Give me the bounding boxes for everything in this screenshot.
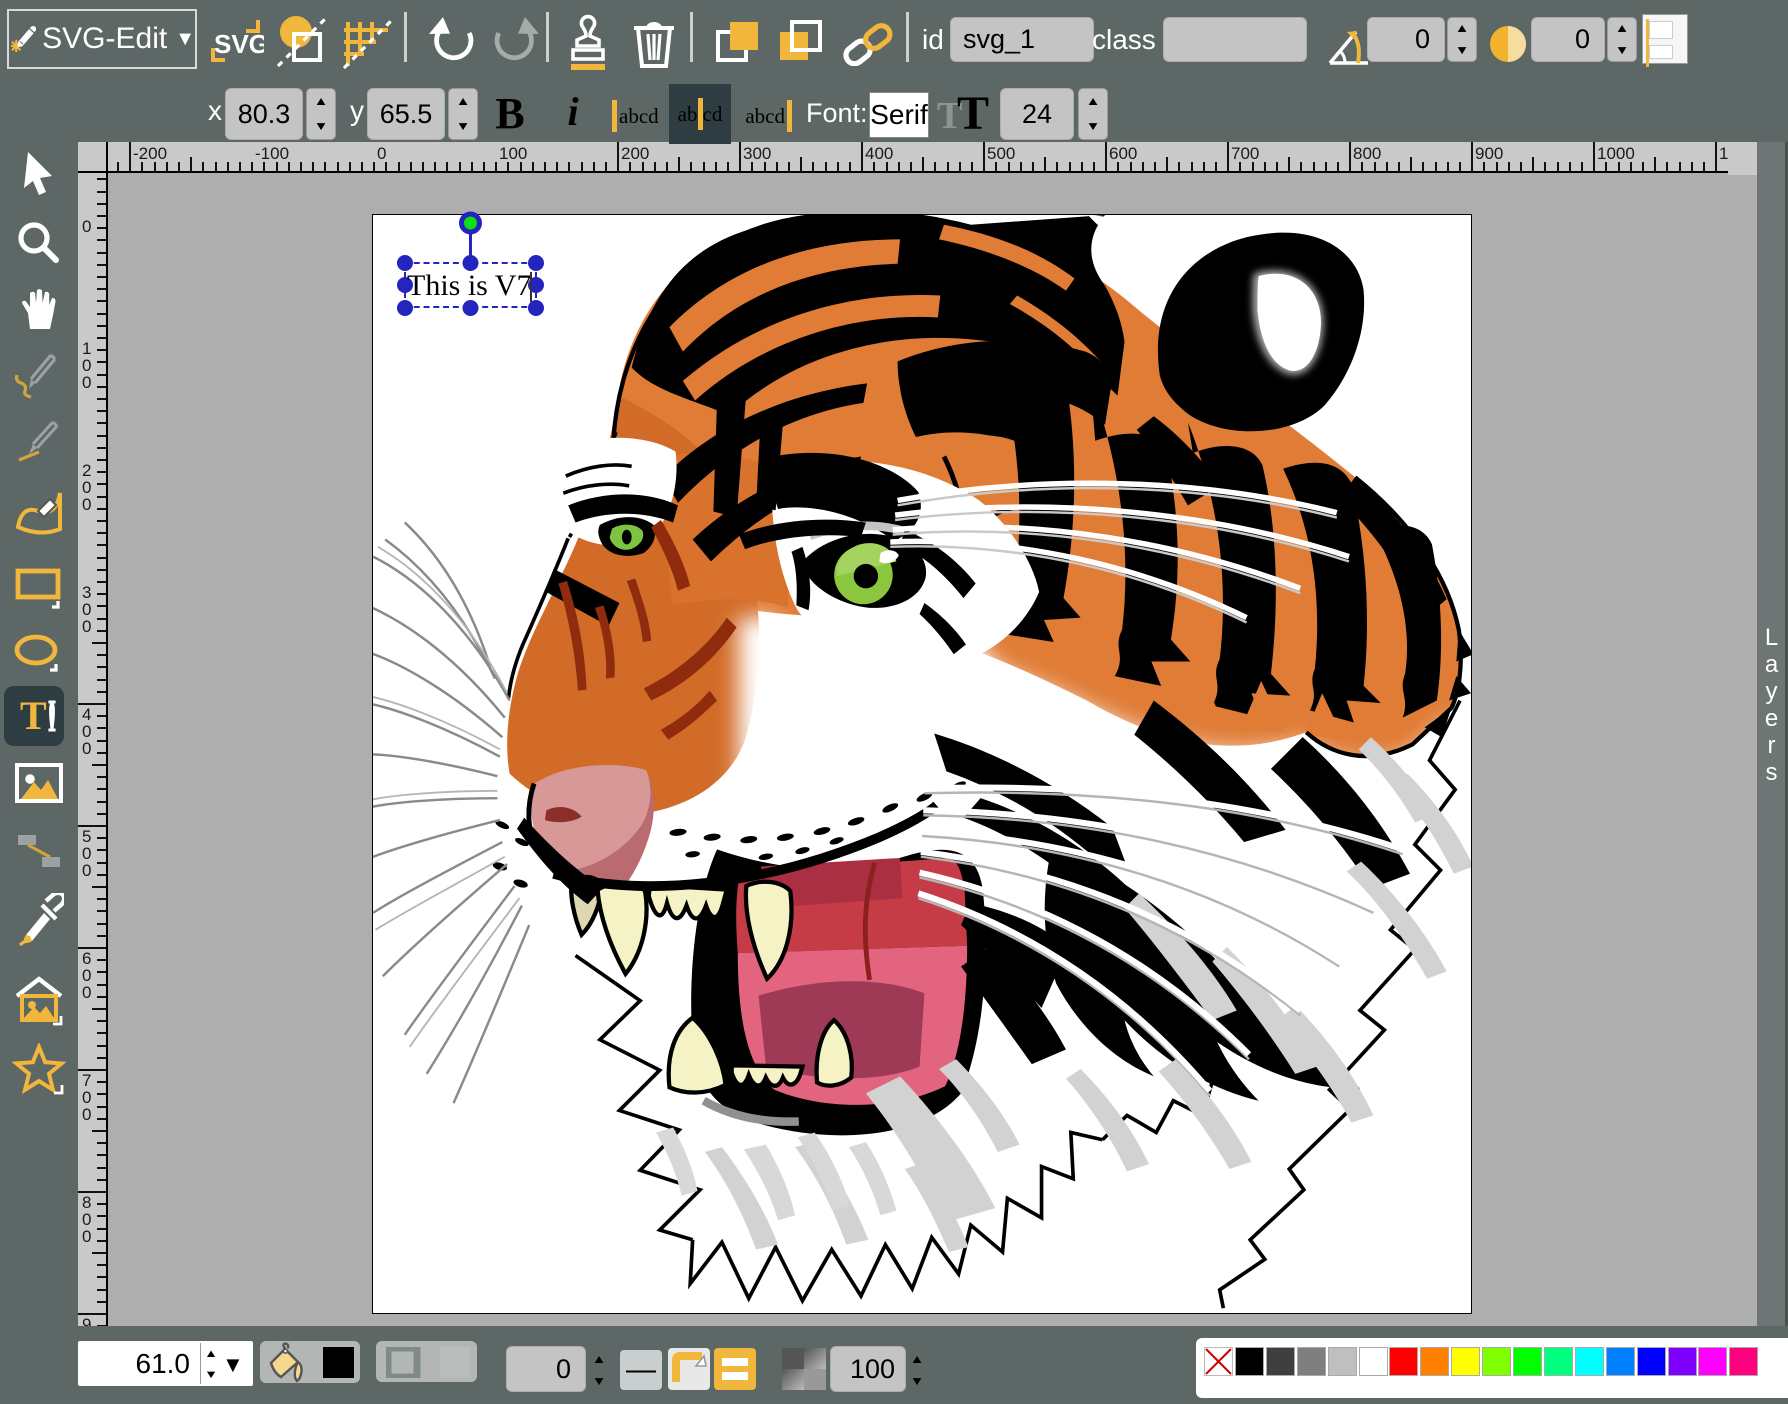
svg-text:SVG: SVG bbox=[214, 29, 264, 59]
svg-text:T: T bbox=[20, 693, 47, 738]
